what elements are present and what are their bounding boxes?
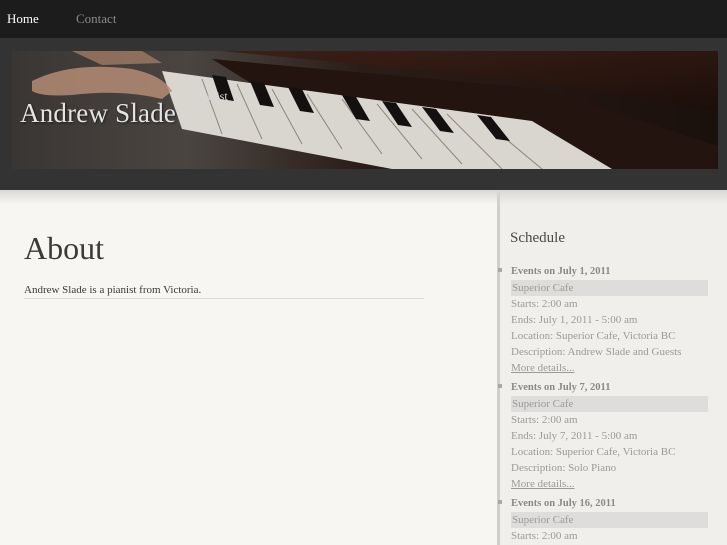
event-item: Events on July 7, 2011 Superior Cafe Sta… (497, 380, 722, 492)
event-ends: Ends: July 7, 2011 - 5:00 am (511, 430, 638, 442)
event-ends: Ends: July 1, 2011 - 5:00 am (511, 314, 638, 326)
event-starts: Starts: 2:00 am (511, 530, 578, 542)
event-venue-link[interactable]: Superior Cafe (511, 396, 708, 412)
site-title[interactable]: Andrew Slade (20, 98, 176, 129)
top-nav: Home Contact (0, 0, 727, 38)
event-venue-link[interactable]: Superior Cafe (511, 512, 708, 528)
event-item: Events on July 16, 2011 Superior Cafe St… (497, 496, 722, 544)
bullet-icon (498, 268, 502, 272)
event-more-details-link[interactable]: More details... (511, 476, 722, 492)
event-starts: Starts: 2:00 am (511, 414, 578, 426)
event-location: Location: Superior Cafe, Victoria BC (511, 330, 676, 342)
page-title: About (24, 230, 104, 266)
event-description: Description: Solo Piano (511, 462, 617, 474)
event-item: Events on July 1, 2011 Superior Cafe Sta… (497, 264, 722, 376)
event-date-heading: Events on July 7, 2011 (511, 382, 611, 393)
bullet-icon (498, 500, 502, 504)
event-date-heading: Events on July 16, 2011 (511, 498, 616, 509)
schedule-title: Schedule (510, 230, 565, 246)
paper-texture-edge (0, 190, 727, 204)
nav-home-link[interactable]: Home (7, 11, 39, 27)
event-description: Description: Andrew Slade and Guests (511, 346, 682, 358)
event-location: Location: Superior Cafe, Victoria BC (511, 446, 676, 458)
body-divider (24, 298, 424, 299)
event-date-heading: Events on July 1, 2011 (511, 266, 611, 277)
nav-contact-link[interactable]: Contact (76, 11, 116, 27)
bullet-icon (498, 384, 502, 388)
schedule-event-list: Events on July 1, 2011 Superior Cafe Sta… (497, 264, 722, 545)
event-venue-link[interactable]: Superior Cafe (511, 280, 708, 296)
page-body-text: Andrew Slade is a pianist from Victoria. (24, 284, 202, 296)
event-starts: Starts: 2:00 am (511, 298, 578, 310)
site-tagline: Pianist (195, 89, 228, 103)
event-more-details-link[interactable]: More details... (511, 360, 722, 376)
